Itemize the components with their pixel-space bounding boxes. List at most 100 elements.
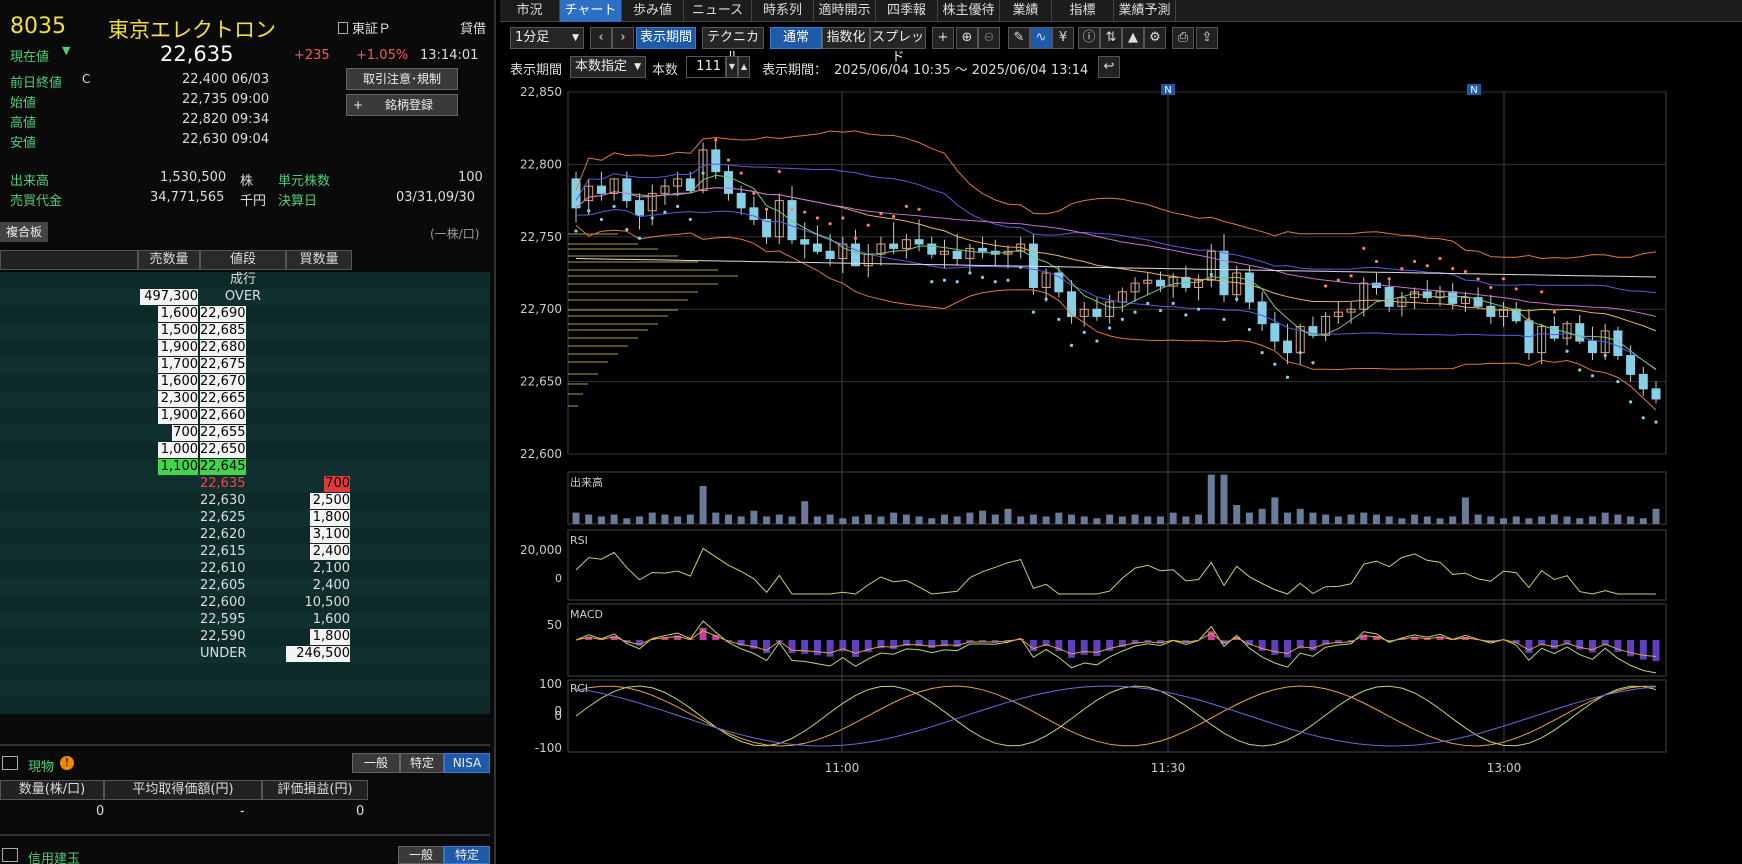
volume-tick-label: 20,000 — [520, 543, 562, 557]
book-row[interactable]: 22,600 10,500 — [0, 595, 490, 612]
book-row[interactable]: 700 22,655 — [0, 425, 490, 442]
holdings-window-icon[interactable] — [2, 756, 18, 770]
book-row[interactable]: 1,000 22,650 — [0, 442, 490, 459]
spread-button[interactable]: スプレッド — [870, 27, 926, 65]
trade-notice-button[interactable]: 取引注意･規制 — [346, 68, 458, 90]
info-icon[interactable]: ⓘ — [1078, 27, 1100, 49]
pencil-icon[interactable]: ✎ — [1008, 27, 1030, 49]
volume-bar — [1245, 512, 1253, 524]
volume-bar — [1538, 516, 1546, 524]
book-row[interactable]: 22,625 1,800 — [0, 510, 490, 527]
tab-8[interactable]: 業績 — [1000, 0, 1052, 22]
export-icon[interactable]: ⇪ — [1196, 27, 1218, 49]
sar-dot — [1057, 317, 1061, 321]
sar-dot — [1336, 278, 1340, 282]
area-chart-icon[interactable]: ▲ — [1122, 27, 1144, 49]
register-stock-button[interactable]: + 銘柄登録 — [346, 94, 458, 116]
holdings-tab-nisa[interactable]: NISA — [444, 753, 490, 773]
book-row[interactable]: 22,635 700 — [0, 476, 490, 493]
sar-dot — [1108, 326, 1112, 330]
holdings-tab-general[interactable]: 一般 — [352, 753, 400, 773]
tab-7[interactable]: 株主優待 — [938, 0, 1000, 22]
crosshair-icon[interactable]: + — [932, 27, 954, 49]
zoom-in-icon[interactable]: ⊕ — [956, 27, 978, 49]
tab-0[interactable]: 市況 — [500, 0, 560, 22]
wrench-icon[interactable]: ⚙ — [1144, 27, 1166, 49]
book-row[interactable]: 1,900 22,660 — [0, 408, 490, 425]
book-row[interactable]: 1,100 22,645 — [0, 459, 490, 476]
margin-window-icon[interactable] — [2, 848, 18, 862]
book-row[interactable] — [0, 663, 490, 680]
macd-bar — [1093, 640, 1101, 656]
book-row[interactable]: 22,610 2,100 — [0, 561, 490, 578]
display-period-button[interactable]: 表示期間 — [636, 27, 696, 49]
range-value: 2025/06/04 10:35 ～ 2025/06/04 13:14 — [834, 63, 1089, 78]
reset-icon[interactable]: ↩ — [1098, 56, 1120, 78]
book-row[interactable]: 1,900 22,680 — [0, 340, 490, 357]
tab-10[interactable]: 業績予測 — [1114, 0, 1176, 22]
book-row[interactable]: 2,300 22,665 — [0, 391, 490, 408]
compare-icon[interactable]: ⇅ — [1100, 27, 1122, 49]
section-divider-2 — [0, 834, 490, 836]
count-label: 本数 — [652, 63, 679, 78]
next-icon[interactable]: › — [612, 27, 634, 49]
interval-select[interactable]: 1分足 ▼ — [510, 27, 584, 49]
tab-9[interactable]: 指標 — [1052, 0, 1114, 22]
normal-button[interactable]: 通常 — [770, 27, 822, 49]
tab-1[interactable]: チャート — [560, 0, 622, 22]
volume-value: 1,530,500 — [160, 170, 227, 185]
book-row[interactable]: 22,595 1,600 — [0, 612, 490, 629]
warning-icon[interactable]: ! — [60, 756, 74, 770]
yen-icon[interactable]: ¥ — [1052, 27, 1074, 49]
tab-3[interactable]: ニュース — [684, 0, 752, 22]
volume-bar — [1309, 512, 1317, 524]
book-row[interactable]: 1,600 22,670 — [0, 374, 490, 391]
book-row[interactable]: 22,590 1,800 — [0, 629, 490, 646]
candle — [1384, 286, 1394, 307]
index-button[interactable]: 指数化 — [822, 27, 870, 49]
book-row[interactable] — [0, 680, 490, 697]
tab-5[interactable]: 適時開示 — [814, 0, 876, 22]
tab-4[interactable]: 時系列 — [752, 0, 814, 22]
count-input[interactable]: 111 — [686, 56, 726, 78]
book-row[interactable]: 22,615 2,400 — [0, 544, 490, 561]
book-row[interactable]: 1,700 22,675 — [0, 357, 490, 374]
holdings-tab-specific[interactable]: 特定 — [400, 753, 444, 773]
period-mode-select[interactable]: 本数指定 ▼ — [570, 56, 646, 78]
book-row[interactable]: 22,605 2,400 — [0, 578, 490, 595]
bid-qty: 1,800 — [310, 510, 350, 526]
candle — [622, 178, 632, 202]
book-row[interactable]: 22,630 2,500 — [0, 493, 490, 510]
bid-qty: 3,100 — [310, 527, 350, 543]
count-up-icon[interactable]: ▲ — [738, 56, 750, 78]
book-row[interactable]: 成行 — [0, 272, 490, 289]
volume-bar — [661, 514, 669, 524]
ask-price: 22,650 — [200, 442, 246, 458]
volume-bar — [686, 514, 694, 524]
section-divider — [0, 744, 490, 746]
print-icon[interactable]: ⎙ — [1172, 27, 1194, 49]
book-row[interactable]: 497,300 OVER — [0, 289, 490, 306]
book-row[interactable]: UNDER 246,500 — [0, 646, 490, 663]
volume-bar — [864, 514, 872, 524]
prev-icon[interactable]: ‹ — [590, 27, 612, 49]
sar-dot — [1616, 380, 1620, 384]
technical-button[interactable]: テクニカル — [702, 27, 764, 65]
settlement-label: 決算日 — [278, 194, 318, 209]
book-row[interactable]: 22,620 3,100 — [0, 527, 490, 544]
price-chart[interactable]: 22,850 22,800 22,750 22,700 22,650 22,600 11:0… — [500, 84, 1742, 864]
margin-tab-specific[interactable]: 特定 — [444, 846, 490, 864]
tab-2[interactable]: 歩み値 — [622, 0, 684, 22]
order-book-tab[interactable]: 複合板 — [0, 222, 49, 242]
book-row[interactable]: 1,600 22,690 — [0, 306, 490, 323]
stock-code: 8035 — [10, 14, 66, 39]
book-row[interactable] — [0, 697, 490, 714]
zoom-out-icon[interactable]: ⊖ — [978, 27, 1000, 49]
down-triangle-icon: ▼ — [62, 44, 71, 57]
count-down-icon[interactable]: ▼ — [726, 56, 738, 78]
wave-icon[interactable]: ∿ — [1030, 27, 1052, 49]
volume-bar — [1601, 512, 1609, 524]
tab-6[interactable]: 四季報 — [876, 0, 938, 22]
margin-tab-general[interactable]: 一般 — [398, 846, 444, 864]
book-row[interactable]: 1,500 22,685 — [0, 323, 490, 340]
